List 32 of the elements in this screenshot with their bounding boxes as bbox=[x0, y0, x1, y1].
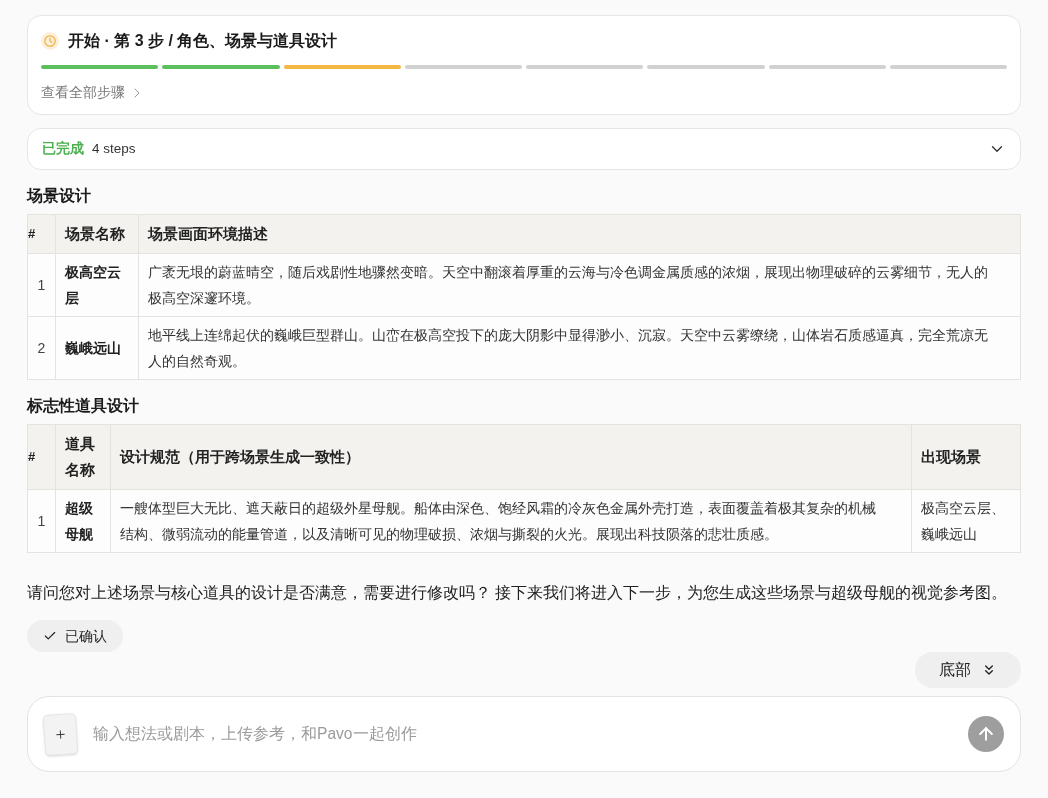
table-cell: 巍峨远山 bbox=[55, 316, 139, 380]
table-cell: 极高空云层、巍峨远山 bbox=[911, 489, 1021, 553]
column-header: 道具名称 bbox=[55, 424, 111, 490]
table-cell: 极高空云层 bbox=[55, 253, 139, 317]
column-header: 场景画面环境描述 bbox=[138, 214, 1021, 254]
plus-icon bbox=[53, 727, 68, 741]
table-cell: 广袤无垠的蔚蓝晴空，随后戏剧性地骤然变暗。天空中翻滚着厚重的云海与冷色调金属质感的浓烟，展现出物理破碎的云雾细节，无人的极高空深邃环境。 bbox=[138, 253, 1021, 317]
clock-icon bbox=[41, 32, 59, 50]
table-cell: 1 bbox=[27, 253, 56, 317]
table-cell: 地平线上连绵起伏的巍峨巨型群山。山峦在极高空投下的庞大阴影中显得渺小、沉寂。天空中云雾缭绕，山体岩石质感逼真，完全荒凉无人的自然奇观。 bbox=[138, 316, 1021, 380]
completed-label: 已完成 bbox=[42, 139, 84, 158]
completed-steps-toggle[interactable]: 已完成 4 steps bbox=[27, 128, 1021, 170]
section-heading: 场景设计 bbox=[27, 186, 92, 206]
table-cell: 1 bbox=[27, 489, 56, 553]
table-cell: 一艘体型巨大无比、遮天蔽日的超级外星母舰。船体由深色、饱经风霜的冷灰色金属外壳打造，表面覆盖着极其复杂的机械结构、微弱流动的能量管道，以及清晰可见的物理破损、浓烟与撕裂的火光。展现出科技陨落的悲壮质感。 bbox=[110, 489, 912, 553]
column-header: # bbox=[27, 214, 56, 254]
confirmed-chip[interactable]: 已确认 bbox=[27, 620, 123, 652]
step-title: 开始 · 第 3 步 / 角色、场景与道具设计 bbox=[68, 31, 338, 51]
prompt-field[interactable]: 输入想法或剧本，上传参考，和Pavo一起创作 bbox=[27, 696, 1021, 772]
table-cell: 超级母舰 bbox=[55, 489, 111, 553]
prompt-input[interactable]: 输入想法或剧本，上传参考，和Pavo一起创作 bbox=[93, 722, 968, 746]
check-icon bbox=[43, 629, 57, 643]
column-header: 出现场景 bbox=[911, 424, 1021, 490]
scroll-bottom-button[interactable]: 底部 bbox=[915, 652, 1021, 688]
column-header: # bbox=[27, 424, 56, 490]
section-heading: 标志性道具设计 bbox=[27, 396, 140, 416]
table-cell: 2 bbox=[27, 316, 56, 380]
view-all-steps-link[interactable]: 查看全部步骤 bbox=[41, 82, 145, 104]
message-text: 请问您对上述场景与核心道具的设计是否满意，需要进行修改吗？ 接下来我们将进入下一步，为您生成这些场景与超级母舰的视觉参考图。 bbox=[27, 583, 1009, 603]
column-header: 场景名称 bbox=[55, 214, 139, 254]
column-header: 设计规范（用于跨场景生成一致性） bbox=[110, 424, 912, 490]
step-count: 4 steps bbox=[92, 139, 136, 158]
